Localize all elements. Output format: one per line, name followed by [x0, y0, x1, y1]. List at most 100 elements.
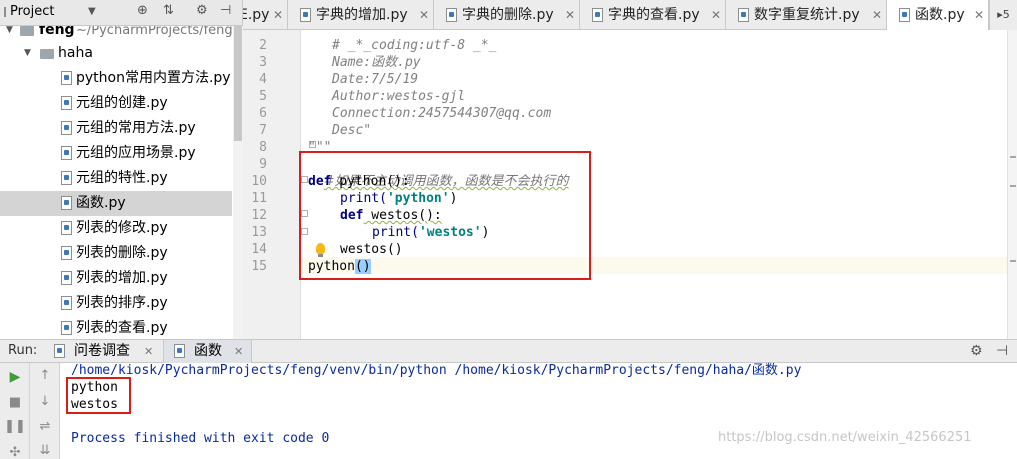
- editor-tab-active[interactable]: 函数.py ✕: [887, 0, 989, 30]
- run-toolbar-left: ▶ ■ ❚❚ ✣: [0, 363, 30, 459]
- run-tab-label: 函数: [194, 343, 222, 359]
- arrow-up-icon[interactable]: ↑: [30, 368, 60, 383]
- python-file-icon: [899, 8, 910, 22]
- code-line: print('python'): [340, 190, 457, 207]
- tree-item-file[interactable]: 列表的修改.py: [0, 216, 232, 241]
- tree-item-label: python常用内置方法.py: [76, 70, 231, 86]
- tree-item-file[interactable]: 列表的删除.py: [0, 241, 232, 266]
- tab-label: 字典的删除.py: [462, 7, 554, 23]
- close-icon[interactable]: ✕: [144, 340, 153, 363]
- line-number: 13: [251, 225, 267, 240]
- code-line: Author:westos-gjl: [332, 89, 466, 104]
- fold-marker-icon[interactable]: [301, 210, 308, 217]
- python-file-icon: [61, 196, 72, 210]
- stop-icon[interactable]: ■: [0, 395, 30, 410]
- soft-wrap-icon[interactable]: ⇌: [30, 419, 60, 434]
- chevron-down-icon[interactable]: ▼: [88, 6, 96, 17]
- tree-item-file-selected[interactable]: 函数.py: [0, 191, 232, 216]
- run-tab-active[interactable]: 函数 ✕: [164, 340, 252, 363]
- editor-tab[interactable]: 数字重复统计.py ✕: [726, 0, 887, 30]
- run-panel-header: Run: 问卷调查 ✕ 函数 ✕ ⚙ ⊣: [0, 339, 1017, 363]
- scroll-to-end-icon[interactable]: ⇊: [30, 443, 60, 458]
- tree-item-label: 元组的创建.py: [76, 95, 168, 111]
- editor-tab[interactable]: E.py ✕: [243, 0, 288, 30]
- close-icon[interactable]: ✕: [273, 0, 283, 30]
- close-icon[interactable]: ✕: [419, 0, 429, 30]
- lightbulb-icon[interactable]: [316, 243, 325, 257]
- gear-icon[interactable]: ⚙: [970, 343, 983, 359]
- scroll-marker: [1010, 156, 1016, 158]
- tree-item-label: 元组的常用方法.py: [76, 120, 196, 136]
- tab-overflow-button[interactable]: ▸5: [989, 0, 1017, 30]
- hide-panel-icon[interactable]: ⊣: [996, 343, 1008, 359]
- code-line: Desc": [332, 123, 372, 138]
- tree-item-label: haha: [58, 45, 93, 61]
- code-line: Date:7/5/19: [332, 72, 419, 87]
- editor-tab[interactable]: 字典的查看.py ✕: [580, 0, 726, 30]
- expand-arrow-icon[interactable]: ▼: [24, 41, 31, 66]
- python-file-icon: [61, 121, 72, 135]
- code-line: def westos():: [340, 207, 442, 224]
- tree-item-file[interactable]: 列表的增加.py: [0, 266, 232, 291]
- tree-item-file[interactable]: 元组的应用场景.py: [0, 141, 232, 166]
- close-icon[interactable]: ✕: [234, 340, 243, 363]
- tree-item-file[interactable]: 元组的特性.py: [0, 166, 232, 191]
- close-icon[interactable]: ✕: [872, 0, 882, 30]
- editor-scrollbar[interactable]: [1007, 30, 1017, 339]
- python-file-icon: [61, 96, 72, 110]
- arrow-down-icon[interactable]: ↓: [30, 394, 60, 409]
- tree-item-label: 元组的应用场景.py: [76, 145, 196, 161]
- tree-item-label: 元组的特性.py: [76, 170, 168, 186]
- run-tab[interactable]: 问卷调查 ✕: [46, 340, 164, 363]
- current-line-highlight: [301, 257, 1007, 274]
- tree-scrollbar[interactable]: [233, 26, 243, 339]
- tree-item-file[interactable]: 元组的创建.py: [0, 91, 232, 116]
- editor-tab[interactable]: 字典的删除.py ✕: [434, 0, 580, 30]
- tree-item-haha[interactable]: ▼ haha: [0, 41, 232, 66]
- line-number: 14: [251, 242, 267, 257]
- fold-marker-icon[interactable]: [301, 176, 308, 183]
- code-line: #如果不主动调用函数，函数是不会执行的: [308, 156, 569, 189]
- tree-item-file[interactable]: 列表的排序.py: [0, 291, 232, 316]
- scroll-marker: [1010, 260, 1016, 262]
- hide-panel-icon[interactable]: ⊣: [220, 3, 231, 18]
- python-file-icon: [174, 344, 185, 358]
- paren: ): [449, 191, 458, 206]
- tab-label: 函数.py: [915, 7, 965, 23]
- console-output-line: westos: [71, 397, 118, 412]
- editor-tab[interactable]: 字典的增加.py ✕: [288, 0, 434, 30]
- tree-item-file[interactable]: python常用内置方法.py: [0, 66, 232, 91]
- tree-item-file[interactable]: 元组的常用方法.py: [0, 116, 232, 141]
- python-file-icon: [61, 246, 72, 260]
- tree-item-label: 函数.py: [76, 195, 126, 211]
- line-number: 5: [259, 89, 267, 104]
- fold-marker-icon[interactable]: [301, 228, 308, 235]
- pause-icon[interactable]: ❚❚: [0, 419, 30, 434]
- python-file-icon: [592, 8, 603, 22]
- line-number: 15: [251, 259, 267, 274]
- python-file-icon: [61, 271, 72, 285]
- tab-label: 字典的查看.py: [608, 7, 700, 23]
- run-toolbar-right: ↑ ↓ ⇌ ⇊: [30, 363, 60, 459]
- code-line: print('westos'): [372, 224, 489, 241]
- run-tab-label: 问卷调查: [74, 343, 130, 359]
- python-file-icon: [61, 71, 72, 85]
- collapse-icon[interactable]: ⇅: [163, 3, 174, 18]
- close-icon[interactable]: ✕: [711, 0, 721, 30]
- builtin-print: print(: [340, 191, 387, 206]
- scrollbar-thumb[interactable]: [234, 26, 242, 141]
- tree-item-file[interactable]: 列表的查看.py: [0, 316, 232, 339]
- python-file-icon: [61, 146, 72, 160]
- code-line: # _*_coding:utf-8 _*_: [332, 38, 497, 53]
- editor-tab-bar: E.py ✕ 字典的增加.py ✕ 字典的删除.py ✕ 字典的查看.py ✕ …: [243, 0, 1017, 30]
- rerun-icon[interactable]: ▶: [0, 369, 30, 385]
- line-number: 7: [259, 123, 267, 138]
- project-panel-title[interactable]: Project: [10, 4, 54, 19]
- settings-icon[interactable]: ✣: [0, 445, 30, 459]
- close-icon[interactable]: ✕: [974, 0, 984, 30]
- folder-icon: [40, 49, 54, 59]
- close-icon[interactable]: ✕: [565, 0, 575, 30]
- scroll-marker: [1010, 185, 1016, 187]
- gear-icon[interactable]: ⚙: [196, 3, 208, 18]
- crosshair-icon[interactable]: ⊕: [137, 3, 148, 18]
